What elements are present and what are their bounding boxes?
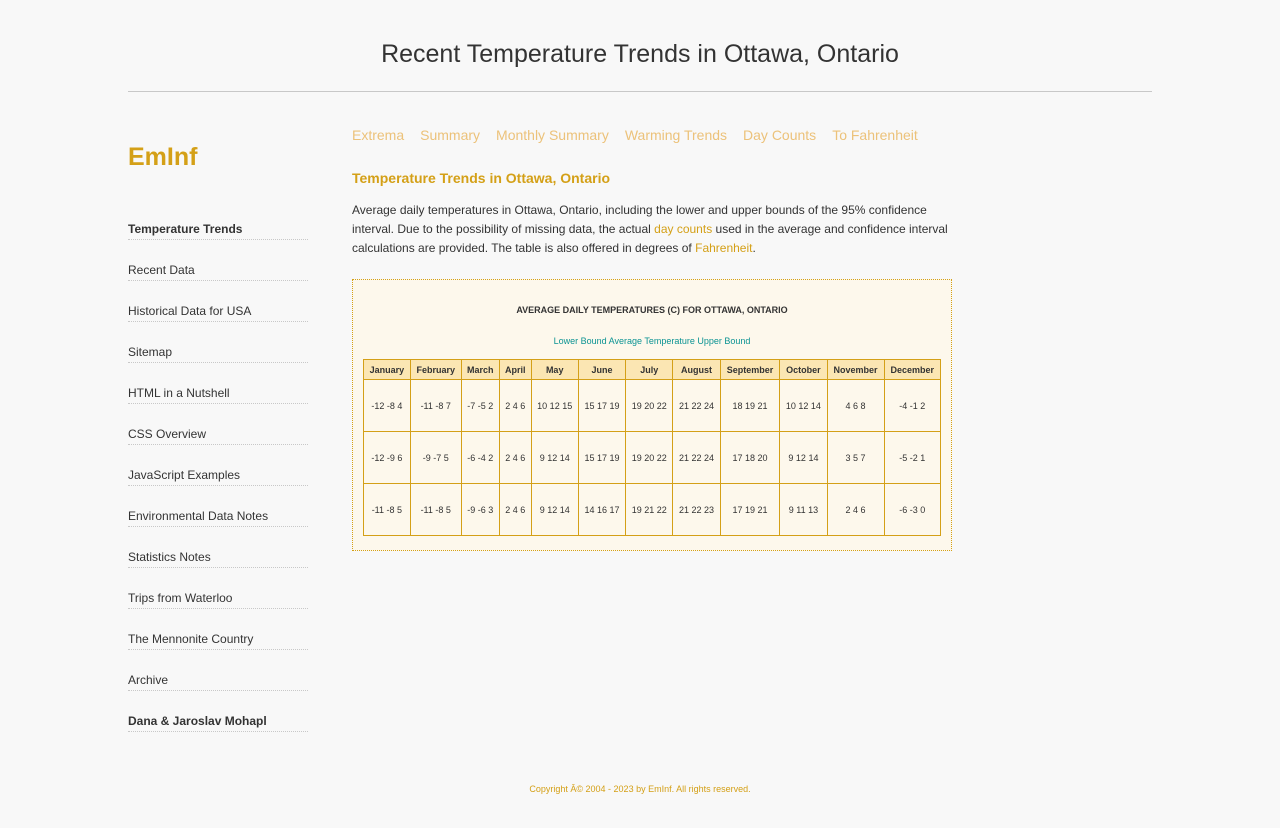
sidebar-item-environmental-data-notes[interactable]: Environmental Data Notes xyxy=(128,508,308,527)
fahrenheit-link[interactable]: Fahrenheit xyxy=(695,241,752,255)
topnav-warming-trends[interactable]: Warming Trends xyxy=(625,127,727,143)
table-cell: -11 -8 5 xyxy=(409,483,462,536)
table-cell: 21 22 24 xyxy=(672,379,721,432)
table-cell: 9 12 14 xyxy=(530,483,579,536)
table-cell: 17 19 21 xyxy=(719,483,781,536)
table-cell: 15 17 19 xyxy=(577,431,627,484)
topnav-to-fahrenheit[interactable]: To Fahrenheit xyxy=(832,127,918,143)
topnav-monthly-summary[interactable]: Monthly Summary xyxy=(496,127,609,143)
table-cell: 10 12 15 xyxy=(530,379,579,432)
sidebar-item-javascript-examples[interactable]: JavaScript Examples xyxy=(128,467,308,486)
sidebar-item-css-overview[interactable]: CSS Overview xyxy=(128,426,308,445)
table-cell: 10 12 14 xyxy=(779,379,828,432)
page-title: Recent Temperature Trends in Ottawa, Ont… xyxy=(381,40,899,68)
sidebar-nav: Temperature Trends Recent Data Historical … xyxy=(128,221,308,754)
footer-copyright: Copyright Â© 2004 - 2023 by EmInf. All r… xyxy=(529,784,751,794)
table-cell: 17 18 20 xyxy=(719,431,781,484)
table-cell: -12 -9 6 xyxy=(363,431,411,484)
sidebar-item-dana-jaroslav-mohapl[interactable]: Dana & Jaroslav Mohapl xyxy=(128,713,308,732)
topnav-day-counts[interactable]: Day Counts xyxy=(743,127,816,143)
day-counts-link[interactable]: day counts xyxy=(654,222,712,236)
table-cell: 19 21 22 xyxy=(625,483,674,536)
table-cell: 2 4 6 xyxy=(498,379,532,432)
topnav-summary[interactable]: Summary xyxy=(420,127,480,143)
sidebar-item-sitemap[interactable]: Sitemap xyxy=(128,344,308,363)
table-cell: -9 -6 3 xyxy=(460,483,500,536)
table-cell: -9 -7 5 xyxy=(409,431,462,484)
sidebar-item-historical-data-for-usa[interactable]: Historical Data for USA xyxy=(128,303,308,322)
table-cell: 9 12 14 xyxy=(530,431,579,484)
column-header-june: June xyxy=(577,359,627,380)
table-caption: AVERAGE DAILY TEMPERATURES (C) FOR OTTAW… xyxy=(516,305,788,315)
table-cell: 19 20 22 xyxy=(625,431,674,484)
table-cell: 9 11 13 xyxy=(779,483,828,536)
table-cell: 15 17 19 xyxy=(577,379,627,432)
table-row: -11 -8 5 -11 -8 5 -9 -6 32 4 69 12 14 14 16… xyxy=(363,483,941,536)
column-header-april: April xyxy=(498,359,532,380)
column-header-september: September xyxy=(719,359,781,380)
table-cell: 14 16 17 xyxy=(577,483,627,536)
table-cell: 2 4 6 xyxy=(826,483,885,536)
table-cell: 3 5 7 xyxy=(826,431,885,484)
sidebar-item-html-in-a-nutshell[interactable]: HTML in a Nutshell xyxy=(128,385,308,404)
table-cell: 2 4 6 xyxy=(498,431,532,484)
intro-paragraph: Average daily temperatures in Ottawa, On… xyxy=(352,201,952,258)
column-header-july: July xyxy=(625,359,674,380)
table-cell: 4 6 8 xyxy=(826,379,885,432)
table-row: -12 -9 6 -9 -7 5 -6 -4 22 4 69 12 14 15 17 … xyxy=(363,431,941,484)
table-cell: 2 4 6 xyxy=(498,483,532,536)
column-header-december: December xyxy=(883,359,941,380)
table-legend: Lower Bound Average Temperature Upper Bo… xyxy=(553,336,751,346)
temperature-table: January February March April May June July Augu… xyxy=(363,359,941,536)
table-cell: -4 -1 2 xyxy=(883,379,941,432)
table-cell: 21 22 23 xyxy=(672,483,721,536)
site-logo[interactable]: EmInf xyxy=(128,143,197,172)
sidebar-item-statistics-notes[interactable]: Statistics Notes xyxy=(128,549,308,568)
top-nav: Extrema Summary Monthly Summary Warming Tre… xyxy=(352,127,934,145)
sidebar-item-trips-from-waterloo[interactable]: Trips from Waterloo xyxy=(128,590,308,609)
table-row: -12 -8 4 -11 -8 7 -7 -5 22 4 6 10 12 15 15 1… xyxy=(363,379,941,432)
table-cell: 18 19 21 xyxy=(719,379,781,432)
table-cell: -6 -3 0 xyxy=(883,483,941,536)
column-header-august: August xyxy=(672,359,721,380)
table-cell: 9 12 14 xyxy=(779,431,828,484)
table-cell: -6 -4 2 xyxy=(460,431,500,484)
temperature-table-panel: AVERAGE DAILY TEMPERATURES (C) FOR OTTAW… xyxy=(352,279,952,551)
sidebar-item-recent-data[interactable]: Recent Data xyxy=(128,262,308,281)
column-header-march: March xyxy=(460,359,500,380)
table-cell: -7 -5 2 xyxy=(460,379,500,432)
column-header-october: October xyxy=(779,359,828,380)
table-cell: 21 22 24 xyxy=(672,431,721,484)
column-header-february: February xyxy=(409,359,462,380)
table-header-row: January February March April May June July Augu… xyxy=(363,359,941,380)
intro-text-3: . xyxy=(752,241,756,255)
column-header-november: November xyxy=(826,359,885,380)
table-cell: -11 -8 7 xyxy=(409,379,462,432)
table-cell: 19 20 22 xyxy=(625,379,674,432)
column-header-january: January xyxy=(363,359,411,380)
table-cell: -12 -8 4 xyxy=(363,379,411,432)
table-cell: -11 -8 5 xyxy=(363,483,411,536)
sidebar-item-the-mennonite-country[interactable]: The Mennonite Country xyxy=(128,631,308,650)
column-header-may: May xyxy=(530,359,579,380)
topnav-extrema[interactable]: Extrema xyxy=(352,127,404,143)
table-cell: -5 -2 1 xyxy=(883,431,941,484)
section-heading: Temperature Trends in Ottawa, Ontario xyxy=(352,170,611,186)
sidebar-item-temperature-trends[interactable]: Temperature Trends xyxy=(128,221,308,240)
sidebar-item-archive[interactable]: Archive xyxy=(128,672,308,691)
title-divider xyxy=(128,91,1152,92)
